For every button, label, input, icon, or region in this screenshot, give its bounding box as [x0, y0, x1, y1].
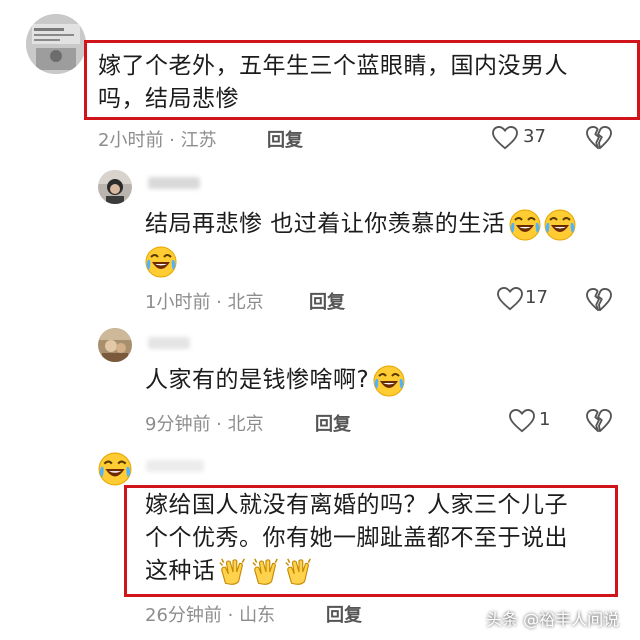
like-button[interactable]: 37	[492, 125, 552, 153]
comment-line-text: 结局再悲惨 也过着让你羡慕的生活	[145, 211, 506, 237]
comment-text: 人家有的是钱惨啥啊?	[145, 364, 405, 397]
broken-heart-icon	[586, 126, 612, 150]
like-button[interactable]: 17	[497, 286, 557, 314]
broken-heart-icon	[586, 288, 612, 312]
comment-line: 嫁给国人就没有离婚的吗？人家三个儿子	[145, 492, 568, 518]
laughing-crying-emoji	[98, 452, 132, 486]
comment-text: 嫁了个老外，五年生三个蓝眼睛，国内没男人 吗，结局悲惨	[98, 50, 568, 116]
comment-time: 9分钟前	[145, 414, 211, 435]
like-button[interactable]: 1	[509, 408, 559, 436]
username-blurred	[148, 337, 190, 349]
avatar[interactable]	[98, 170, 132, 204]
meta-separator: ·	[221, 605, 240, 626]
dislike-button[interactable]	[586, 288, 614, 314]
avatar-image	[98, 170, 132, 204]
comment-meta: 26分钟前 · 山东	[145, 601, 275, 627]
comment-text: 结局再悲惨 也过着让你羡慕的生活	[145, 208, 576, 278]
comment-location: 北京	[227, 414, 264, 435]
avatar[interactable]	[98, 452, 132, 486]
heart-icon	[509, 409, 535, 433]
comment-line: 个个优秀。你有她一脚趾盖都不至于说出	[145, 525, 568, 551]
heart-icon	[497, 287, 523, 311]
meta-separator: ·	[210, 414, 228, 435]
comment-text: 嫁给国人就没有离婚的吗？人家三个儿子 个个优秀。你有她一脚趾盖都不至于说出 这种…	[145, 489, 568, 588]
meta-separator: ·	[163, 130, 181, 151]
reply-button[interactable]: 回复	[326, 601, 362, 627]
avatar-image	[98, 328, 132, 362]
clapping-emoji	[251, 557, 281, 587]
comment-line: 吗，结局悲惨	[98, 86, 239, 112]
comment-meta: 2小时前 · 江苏	[98, 126, 217, 152]
reply-button[interactable]: 回复	[309, 288, 345, 314]
comment-location: 江苏	[180, 130, 217, 151]
comment-time: 26分钟前	[145, 605, 222, 626]
username-blurred	[148, 177, 200, 189]
reply-button[interactable]: 回复	[315, 410, 351, 436]
avatar[interactable]	[26, 14, 86, 74]
like-count: 1	[539, 409, 551, 430]
reply-button[interactable]: 回复	[267, 126, 303, 152]
dislike-button[interactable]	[586, 126, 614, 152]
like-count: 17	[525, 287, 548, 308]
broken-heart-icon	[586, 409, 612, 433]
heart-icon	[492, 126, 518, 150]
comment-line: 结局再悲惨 也过着让你羡慕的生活	[145, 208, 576, 241]
avatar[interactable]	[98, 328, 132, 362]
comment-line-text: 人家有的是钱惨啥啊?	[145, 367, 370, 393]
comment-meta: 1小时前 · 北京	[145, 288, 264, 314]
comment-location: 北京	[227, 292, 264, 313]
comment-line: 这种话	[145, 555, 568, 588]
dislike-button[interactable]	[586, 409, 614, 435]
laughing-crying-emoji	[544, 209, 576, 241]
watermark: 头条 @裕丰人间说	[486, 610, 620, 629]
comment-line: 嫁了个老外，五年生三个蓝眼睛，国内没男人	[98, 53, 568, 79]
comment-meta: 9分钟前 · 北京	[145, 410, 264, 436]
clapping-emoji	[284, 557, 314, 587]
comment-time: 2小时前	[98, 130, 164, 151]
clapping-emoji	[218, 557, 248, 587]
comment-line	[145, 245, 576, 278]
comment-line-text: 这种话	[145, 558, 216, 584]
meta-separator: ·	[210, 292, 228, 313]
username-blurred	[146, 460, 204, 472]
like-count: 37	[523, 126, 546, 147]
avatar-image	[26, 14, 86, 74]
laughing-crying-emoji	[509, 209, 541, 241]
laughing-crying-emoji	[145, 246, 177, 278]
laughing-crying-emoji	[373, 365, 405, 397]
comment-location: 山东	[239, 605, 276, 626]
comment-time: 1小时前	[145, 292, 211, 313]
